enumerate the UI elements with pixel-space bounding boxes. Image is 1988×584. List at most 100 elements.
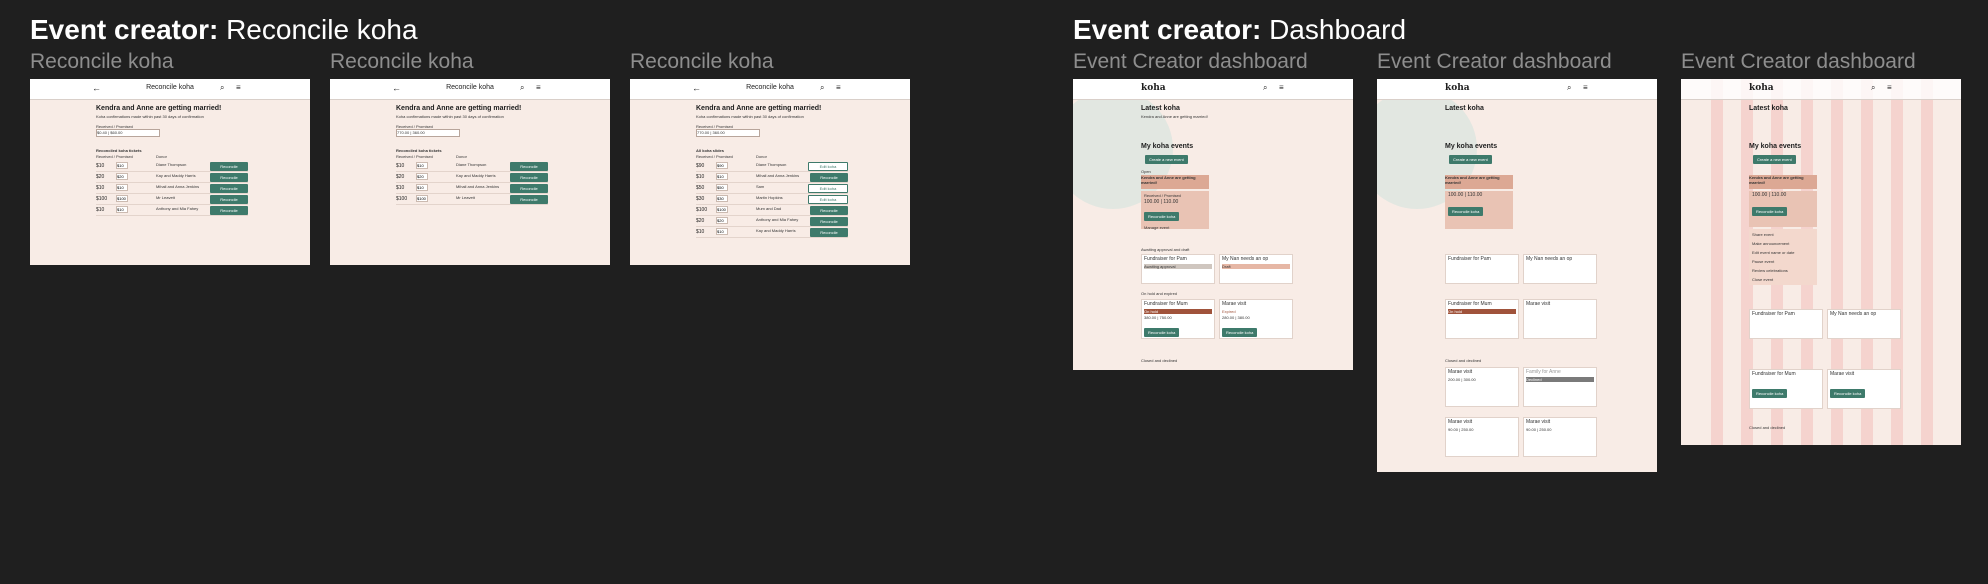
donor-name: Kay and Maddy Harris xyxy=(756,228,796,233)
promised-amount-input[interactable]: $20 xyxy=(416,173,428,180)
manage-menu-item[interactable]: Edit event name or date xyxy=(1749,248,1817,257)
manage-menu-item[interactable]: Review celebrations xyxy=(1749,266,1817,275)
event-card-header[interactable]: Kendra and Anne are getting married! xyxy=(1749,175,1817,189)
create-event-button[interactable]: Create a new event xyxy=(1145,155,1188,164)
reconcile-button[interactable]: Reconcile xyxy=(510,184,548,193)
promised-amount-input[interactable]: $90 xyxy=(716,162,728,169)
reconcile-koha-button[interactable]: Reconcile koha xyxy=(1144,328,1180,337)
reconcile-koha-button[interactable]: Reconcile koha xyxy=(1448,207,1484,216)
reconcile-koha-button[interactable]: Reconcile koha xyxy=(1830,389,1866,398)
closed-label[interactable]: Closed and declined xyxy=(1141,358,1177,363)
promised-amount-input[interactable]: $50 xyxy=(716,184,728,191)
received-amount: $90 xyxy=(696,163,705,169)
donation-row: $20 $20 Kay and Maddy Harris Reconcile xyxy=(96,172,248,183)
promised-amount-input[interactable]: $10 xyxy=(116,162,128,169)
manage-menu-item[interactable]: Pause event xyxy=(1749,257,1817,266)
search-icon[interactable]: ⌕ xyxy=(1263,83,1267,93)
received-input[interactable]: $0.40 | $60.00 xyxy=(96,129,160,137)
search-icon[interactable]: ⌕ xyxy=(820,83,824,93)
manage-event-dropdown[interactable]: Manage event xyxy=(1144,225,1206,230)
search-icon[interactable]: ⌕ xyxy=(220,83,224,93)
nan-needs-card[interactable]: My Nan needs an op xyxy=(1827,309,1901,339)
event-heading: Kendra and Anne are getting married! xyxy=(696,105,822,112)
menu-icon[interactable]: ≡ xyxy=(1583,83,1588,92)
promised-amount-input[interactable]: $10 xyxy=(416,184,428,191)
reconcile-button[interactable]: Reconcile xyxy=(510,162,548,171)
reconcile-koha-button[interactable]: Reconcile koha xyxy=(1752,207,1788,216)
promised-amount-input[interactable]: $10 xyxy=(116,184,128,191)
received-input[interactable]: 770.00 | 360.00 xyxy=(696,129,760,137)
received-input[interactable]: 770.00 | 360.00 xyxy=(396,129,460,137)
promised-amount-input[interactable]: $100 xyxy=(716,206,728,213)
nan-needs-card[interactable]: My Nan needs an op Draft xyxy=(1219,254,1293,284)
reconcile-button[interactable]: Reconcile xyxy=(810,217,848,226)
dashboard-frame-1: koha ⌕ ≡ Latest koha Kendra and Anne are… xyxy=(1073,79,1353,370)
reconcile-button[interactable]: Reconcile xyxy=(210,206,248,215)
edit-koha-button[interactable]: Edit koha xyxy=(808,162,848,171)
reconcile-button[interactable]: Reconcile xyxy=(210,195,248,204)
reconcile-koha-button[interactable]: Reconcile koha xyxy=(1144,212,1180,221)
promised-amount-input[interactable]: $10 xyxy=(716,173,728,180)
dashboard-section-title: Event creator: Dashboard xyxy=(1073,14,1406,46)
fundraiser-pam-card[interactable]: Fundraiser for Pam Awaiting approval xyxy=(1141,254,1215,284)
menu-icon[interactable]: ≡ xyxy=(236,83,241,92)
marae-visit-card[interactable]: Marae visit Expired 280.00 | 380.00 Reco… xyxy=(1219,299,1293,339)
edit-koha-button[interactable]: Edit koha xyxy=(808,195,848,204)
closed-card-4[interactable]: Marae visit 90.00 | 250.00 xyxy=(1523,417,1597,457)
event-heading: Kendra and Anne are getting married! xyxy=(396,105,522,112)
fundraiser-pam-card[interactable]: Fundraiser for Pam xyxy=(1445,254,1519,284)
promised-amount-input[interactable]: $20 xyxy=(716,217,728,224)
event-card-header[interactable]: Kendra and Anne are getting married! xyxy=(1141,175,1209,189)
create-event-button[interactable]: Create a new event xyxy=(1449,155,1492,164)
marae-visit-card[interactable]: Marae visit xyxy=(1523,299,1597,339)
menu-icon[interactable]: ≡ xyxy=(836,83,841,92)
fundraiser-mum-card[interactable]: Fundraiser for Mum Reconcile koha xyxy=(1749,369,1823,409)
search-icon[interactable]: ⌕ xyxy=(1871,83,1875,93)
promised-amount-input[interactable]: $100 xyxy=(116,195,128,202)
manage-menu-item[interactable]: Close event xyxy=(1749,275,1817,284)
promised-amount-input[interactable]: $10 xyxy=(116,206,128,213)
marae-visit-card[interactable]: Marae visit Reconcile koha xyxy=(1827,369,1901,409)
fundraiser-mum-card[interactable]: Fundraiser for Mum On hold 380.00 | 750.… xyxy=(1141,299,1215,339)
reconcile-frame-1: ← Reconcile koha ⌕ ≡ Kendra and Anne are… xyxy=(30,79,310,265)
nan-needs-card[interactable]: My Nan needs an op xyxy=(1523,254,1597,284)
reconcile-button[interactable]: Reconcile xyxy=(510,195,548,204)
menu-icon[interactable]: ≡ xyxy=(1887,83,1892,92)
promised-amount-input[interactable]: $10 xyxy=(416,162,428,169)
event-name: Kendra and Anne are getting married! xyxy=(1141,175,1196,185)
manage-menu-item[interactable]: Share event xyxy=(1749,230,1817,239)
reconcile-button[interactable]: Reconcile xyxy=(210,162,248,171)
fundraiser-pam-card[interactable]: Fundraiser for Pam xyxy=(1749,309,1823,339)
menu-icon[interactable]: ≡ xyxy=(1279,83,1284,92)
reconcile-button[interactable]: Reconcile xyxy=(510,173,548,182)
menu-icon[interactable]: ≡ xyxy=(536,83,541,92)
promised-amount-input[interactable]: $20 xyxy=(116,173,128,180)
closed-label[interactable]: Closed and declined xyxy=(1749,425,1785,430)
donation-row: $20 $20 Kay and Maddy Harris Reconcile xyxy=(396,172,548,183)
manage-menu-item[interactable]: Make announcement xyxy=(1749,239,1817,248)
reconcile-koha-button[interactable]: Reconcile koha xyxy=(1222,328,1258,337)
reconcile-button[interactable]: Reconcile xyxy=(210,173,248,182)
search-icon[interactable]: ⌕ xyxy=(520,83,524,93)
event-card-header[interactable]: Kendra and Anne are getting married! xyxy=(1445,175,1513,189)
reconcile-button[interactable]: Reconcile xyxy=(810,173,848,182)
search-icon[interactable]: ⌕ xyxy=(1567,83,1571,93)
closed-card-1[interactable]: Marae visit 200.00 | 300.00 xyxy=(1445,367,1519,407)
reconcile-button[interactable]: Reconcile xyxy=(810,228,848,237)
latest-koha-heading: Latest koha xyxy=(1445,105,1484,112)
donation-row: $30 $30 Martin Hopkins Edit koha xyxy=(696,194,848,205)
edit-koha-button[interactable]: Edit koha xyxy=(808,184,848,193)
reconcile-koha-button[interactable]: Reconcile koha xyxy=(1752,389,1788,398)
koha-logo[interactable]: koha xyxy=(1445,83,1470,93)
fundraiser-mum-card[interactable]: Fundraiser for Mum On hold xyxy=(1445,299,1519,339)
koha-logo[interactable]: koha xyxy=(1141,83,1166,93)
koha-logo[interactable]: koha xyxy=(1749,83,1774,93)
create-event-button[interactable]: Create a new event xyxy=(1753,155,1796,164)
closed-card-2[interactable]: Family for Anne Declined xyxy=(1523,367,1597,407)
promised-amount-input[interactable]: $30 xyxy=(716,195,728,202)
closed-card-3[interactable]: Marae visit 90.00 | 250.00 xyxy=(1445,417,1519,457)
promised-amount-input[interactable]: $10 xyxy=(716,228,728,235)
reconcile-button[interactable]: Reconcile xyxy=(210,184,248,193)
promised-amount-input[interactable]: $100 xyxy=(416,195,428,202)
reconcile-button[interactable]: Reconcile xyxy=(810,206,848,215)
